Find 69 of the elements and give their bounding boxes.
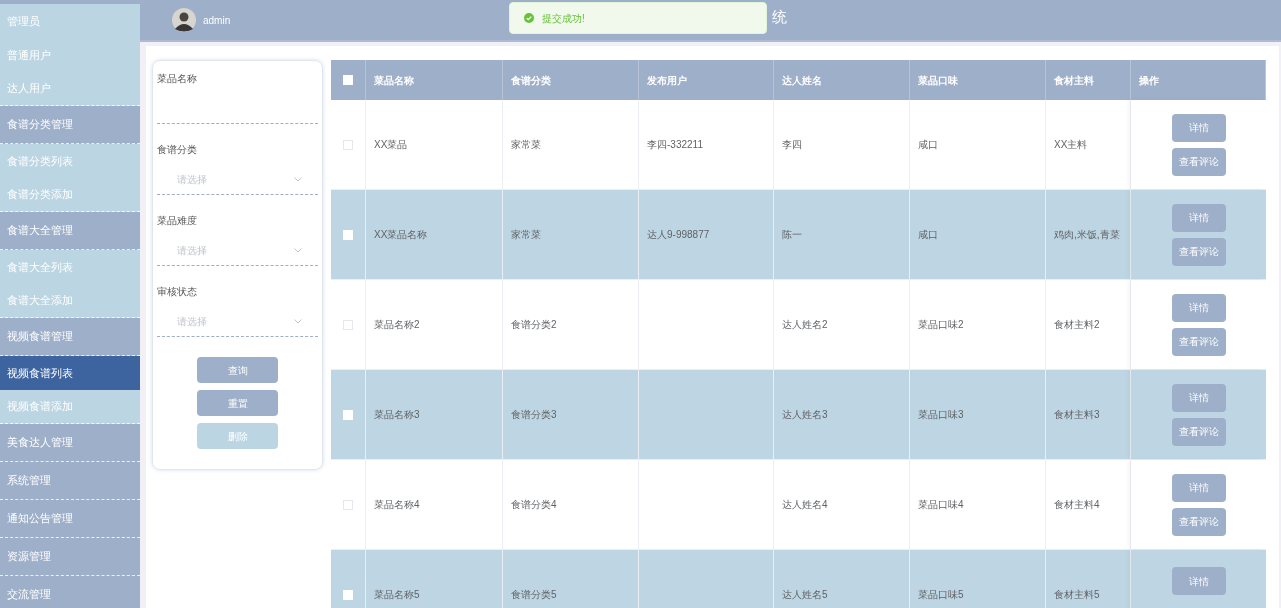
chevron-down-icon: [294, 177, 302, 182]
action-button[interactable]: 详情: [1171, 473, 1226, 502]
toast-message: 提交成功!: [542, 11, 585, 26]
table-cell-text: 菜品名称4: [374, 498, 420, 512]
table-cell-text: 食谱分类3: [511, 408, 557, 422]
chevron-down-icon: [294, 319, 302, 324]
check-circle-icon: [524, 13, 534, 23]
sidebar-item[interactable]: 食谱大全添加: [0, 284, 140, 318]
field-label: 食谱分类: [157, 143, 198, 157]
field-label: 审核状态: [157, 285, 198, 299]
table-cell-text: 达人姓名4: [782, 498, 828, 512]
table-cell-text: 菜品口味2: [918, 318, 964, 332]
sidebar-item[interactable]: 食谱分类添加: [0, 178, 140, 212]
page-title: 统: [772, 7, 787, 27]
table-cell-text: 李四: [782, 138, 802, 152]
table-cell-text: 咸口: [918, 228, 938, 242]
table-cell-text: 食谱分类5: [511, 588, 557, 602]
action-button[interactable]: 查看评论: [1171, 417, 1226, 446]
table-cell-text: 菜品口味4: [918, 498, 964, 512]
avatar-icon: [172, 8, 196, 32]
sidebar-item[interactable]: 达人用户: [0, 72, 140, 106]
sidebar-item[interactable]: 视频食谱列表: [0, 356, 140, 390]
table-cell-text: 菜品名称2: [374, 318, 420, 332]
table-cell-text: XX菜品名称: [374, 228, 428, 242]
field-label: 菜品名称: [157, 72, 198, 86]
table-cell-text: 达人9-998877: [647, 228, 710, 242]
table-cell-text: 达人姓名5: [782, 588, 828, 602]
sidebar-item[interactable]: 食谱大全列表: [0, 250, 140, 284]
table-cell-text: 家常菜: [511, 228, 541, 242]
filter-button[interactable]: 重置: [197, 390, 278, 416]
sidebar-item[interactable]: 管理员: [0, 4, 140, 38]
filter-button[interactable]: 查询: [197, 357, 278, 383]
action-button[interactable]: 详情: [1171, 293, 1226, 322]
sidebar-item[interactable]: 视频食谱添加: [0, 390, 140, 424]
field-label: 菜品难度: [157, 214, 198, 228]
action-button[interactable]: 查看评论: [1171, 147, 1226, 176]
table-cell-text: 菜品口味3: [918, 408, 964, 422]
action-button[interactable]: 查看评论: [1171, 327, 1226, 356]
table-cell-text: 菜品名称3: [374, 408, 420, 422]
username: admin: [203, 13, 231, 28]
chevron-down-icon: [294, 248, 302, 253]
sidebar-item[interactable]: 普通用户: [0, 38, 140, 72]
table-cell-text: 达人姓名2: [782, 318, 828, 332]
table-cell-text: 李四-332211: [647, 138, 703, 152]
table-cell-text: 家常菜: [511, 138, 541, 152]
table-cell-text: 菜品口味5: [918, 588, 964, 602]
action-button[interactable]: 详情: [1171, 113, 1226, 142]
checkbox[interactable]: [343, 139, 353, 150]
checkbox[interactable]: [343, 499, 353, 510]
table-cell-text: 食谱分类2: [511, 318, 557, 332]
sidebar-item[interactable]: 食谱分类列表: [0, 144, 140, 178]
action-button[interactable]: 查看评论: [1171, 237, 1226, 266]
action-button[interactable]: 详情: [1171, 383, 1226, 412]
table-cell-text: 食材主料5: [1054, 588, 1100, 602]
action-button[interactable]: 详情: [1171, 567, 1226, 595]
checkbox[interactable]: [343, 319, 353, 330]
table-cell-text: 食材主料3: [1054, 408, 1100, 422]
table-cell-text: 食谱分类4: [511, 498, 557, 512]
table-cell-text: 咸口: [918, 138, 938, 152]
table-cell-text: 达人姓名3: [782, 408, 828, 422]
table-cell-text: 菜品名称5: [374, 588, 420, 602]
table-cell-text: 食材主料2: [1054, 318, 1100, 332]
action-button[interactable]: 查看评论: [1171, 507, 1226, 536]
table-cell-text: 陈一: [782, 228, 802, 242]
table-cell-text: XX主料: [1054, 138, 1088, 152]
table-cell-text: XX菜品: [374, 138, 408, 152]
table-cell-text: 鸡肉,米饭,青菜: [1054, 228, 1120, 242]
action-button[interactable]: 详情: [1171, 203, 1226, 232]
table-cell-text: 食材主料4: [1054, 498, 1100, 512]
